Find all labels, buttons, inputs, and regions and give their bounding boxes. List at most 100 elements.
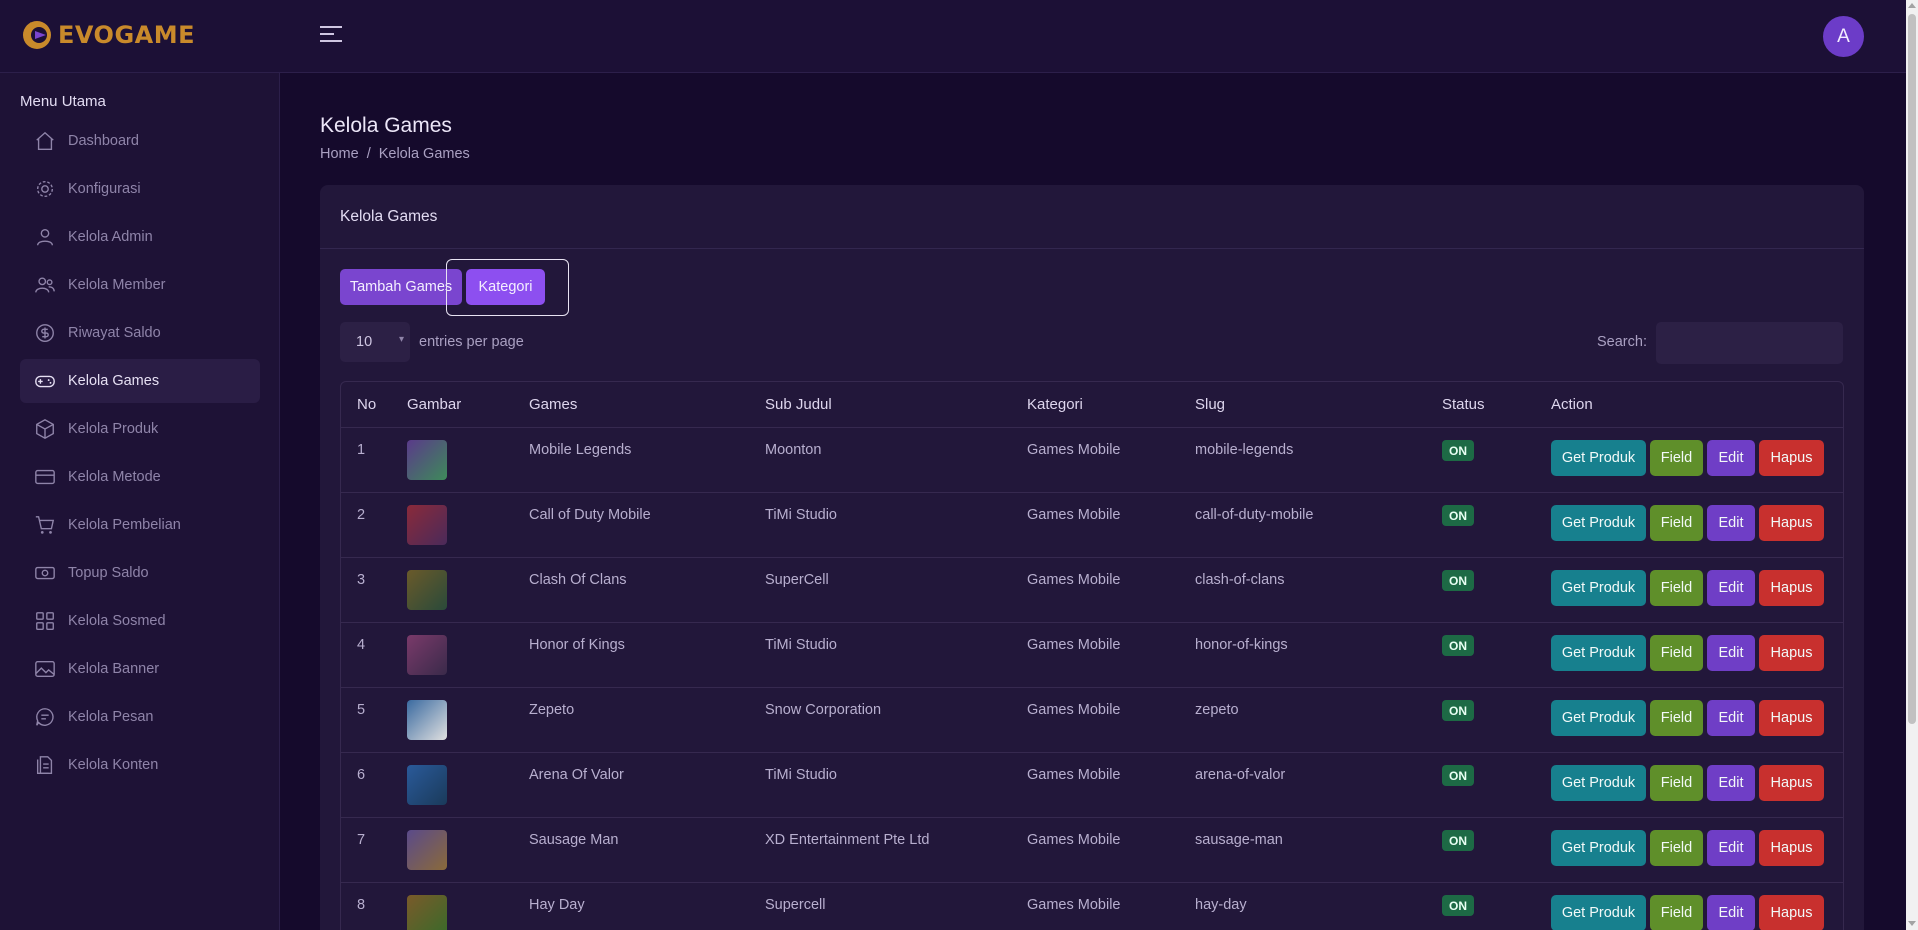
- sidebar-item-kelola-games[interactable]: Kelola Games: [20, 359, 260, 403]
- game-thumbnail: [407, 505, 447, 545]
- delete-button[interactable]: Hapus: [1759, 700, 1824, 736]
- search-input[interactable]: [1656, 322, 1843, 364]
- box-icon: [36, 419, 54, 439]
- edit-button[interactable]: Edit: [1707, 895, 1755, 930]
- game-thumbnail: [407, 570, 447, 610]
- edit-button[interactable]: Edit: [1707, 700, 1755, 736]
- hamburger-menu-icon[interactable]: [320, 26, 342, 46]
- game-thumbnail: [407, 895, 447, 930]
- sidebar-item-dashboard[interactable]: Dashboard: [20, 119, 260, 163]
- sidebar-item-label: Kelola Metode: [68, 469, 161, 485]
- breadcrumb-home[interactable]: Home: [320, 146, 359, 162]
- field-button[interactable]: Field: [1650, 635, 1703, 671]
- cell-slug: hay-day: [1195, 897, 1247, 913]
- sidebar: Menu Utama Dashboard Konfigurasi Kelola Ad…: [0, 73, 280, 930]
- sidebar-item-topup-saldo[interactable]: Topup Saldo: [20, 551, 260, 595]
- table-row: 2 Call of Duty Mobile TiMi Studio Games Mob…: [341, 493, 1843, 558]
- entries-value: 10: [356, 334, 373, 350]
- games-card: Kelola Games Tambah Games Kategori 10 ▾ …: [320, 185, 1864, 930]
- sidebar-item-kelola-admin[interactable]: Kelola Admin: [20, 215, 260, 259]
- scroll-thumb[interactable]: [1908, 14, 1916, 724]
- get-produk-button[interactable]: Get Produk: [1551, 765, 1646, 801]
- delete-button[interactable]: Hapus: [1759, 765, 1824, 801]
- get-produk-button[interactable]: Get Produk: [1551, 700, 1646, 736]
- header-games[interactable]: Games: [529, 396, 577, 413]
- cell-game: Zepeto: [529, 702, 575, 718]
- sidebar-item-label: Kelola Pembelian: [68, 517, 181, 533]
- cell-no: 7: [357, 832, 366, 848]
- field-button[interactable]: Field: [1650, 505, 1703, 541]
- sidebar-item-label: Konfigurasi: [68, 181, 141, 197]
- field-button[interactable]: Field: [1650, 830, 1703, 866]
- header-status[interactable]: Status: [1442, 396, 1485, 413]
- scroll-up-arrow-icon[interactable]: [1908, 3, 1916, 8]
- get-produk-button[interactable]: Get Produk: [1551, 570, 1646, 606]
- topbar: EVOGAME A: [0, 0, 1906, 73]
- delete-button[interactable]: Hapus: [1759, 570, 1824, 606]
- table-row: 6 Arena Of Valor TiMi Studio Games Mobile ar…: [341, 753, 1843, 818]
- delete-button[interactable]: Hapus: [1759, 895, 1824, 930]
- get-produk-button[interactable]: Get Produk: [1551, 830, 1646, 866]
- cell-no: 5: [357, 702, 366, 718]
- document-icon: [36, 756, 53, 774]
- header-slug[interactable]: Slug: [1195, 396, 1225, 413]
- delete-button[interactable]: Hapus: [1759, 505, 1824, 541]
- delete-button[interactable]: Hapus: [1759, 440, 1824, 476]
- sidebar-item-kelola-metode[interactable]: Kelola Metode: [20, 455, 260, 499]
- entries-label: entries per page: [419, 334, 524, 350]
- cell-slug: call-of-duty-mobile: [1195, 507, 1314, 523]
- sidebar-item-label: Kelola Produk: [68, 421, 159, 437]
- cell-game: Mobile Legends: [529, 442, 632, 458]
- edit-button[interactable]: Edit: [1707, 830, 1755, 866]
- get-produk-button[interactable]: Get Produk: [1551, 635, 1646, 671]
- delete-button[interactable]: Hapus: [1759, 635, 1824, 671]
- edit-button[interactable]: Edit: [1707, 440, 1755, 476]
- field-button[interactable]: Field: [1650, 765, 1703, 801]
- field-button[interactable]: Field: [1650, 700, 1703, 736]
- edit-button[interactable]: Edit: [1707, 635, 1755, 671]
- edit-button[interactable]: Edit: [1707, 765, 1755, 801]
- header-no[interactable]: No: [357, 396, 376, 413]
- sidebar-item-riwayat-saldo[interactable]: Riwayat Saldo: [20, 311, 260, 355]
- sidebar-item-label: Kelola Pesan: [68, 709, 154, 725]
- cell-game: Call of Duty Mobile: [529, 507, 651, 523]
- delete-button[interactable]: Hapus: [1759, 830, 1824, 866]
- scroll-down-arrow-icon[interactable]: [1908, 921, 1916, 926]
- cell-game: Arena Of Valor: [529, 767, 624, 783]
- header-kategori[interactable]: Kategori: [1027, 396, 1083, 413]
- header-gambar[interactable]: Gambar: [407, 396, 461, 413]
- header-sub-judul[interactable]: Sub Judul: [765, 396, 832, 413]
- get-produk-button[interactable]: Get Produk: [1551, 440, 1646, 476]
- sidebar-item-kelola-produk[interactable]: Kelola Produk: [20, 407, 260, 451]
- table-header: No Gambar Games Sub Judul Kategori Slug …: [341, 382, 1843, 428]
- field-button[interactable]: Field: [1650, 570, 1703, 606]
- game-thumbnail: [407, 440, 447, 480]
- status-badge: ON: [1442, 570, 1474, 591]
- add-game-button[interactable]: Tambah Games: [340, 269, 462, 305]
- brand-logo[interactable]: EVOGAME: [20, 18, 195, 52]
- category-button[interactable]: Kategori: [466, 269, 545, 305]
- avatar[interactable]: A: [1823, 16, 1864, 57]
- edit-button[interactable]: Edit: [1707, 570, 1755, 606]
- sidebar-item-konfigurasi[interactable]: Konfigurasi: [20, 167, 260, 211]
- sidebar-item-kelola-member[interactable]: Kelola Member: [20, 263, 260, 307]
- sidebar-item-kelola-konten[interactable]: Kelola Konten: [20, 743, 260, 787]
- field-button[interactable]: Field: [1650, 440, 1703, 476]
- edit-button[interactable]: Edit: [1707, 505, 1755, 541]
- table-row: 5 Zepeto Snow Corporation Games Mobile zepet…: [341, 688, 1843, 753]
- page-scrollbar[interactable]: [1906, 0, 1918, 930]
- get-produk-button[interactable]: Get Produk: [1551, 505, 1646, 541]
- field-button[interactable]: Field: [1650, 895, 1703, 930]
- entries-per-page-select[interactable]: 10 ▾: [340, 322, 410, 362]
- sidebar-item-kelola-banner[interactable]: Kelola Banner: [20, 647, 260, 691]
- cell-sub-judul: Moonton: [765, 442, 822, 458]
- sidebar-item-kelola-pesan[interactable]: Kelola Pesan: [20, 695, 260, 739]
- cell-game: Sausage Man: [529, 832, 619, 848]
- status-badge: ON: [1442, 505, 1474, 526]
- sidebar-item-kelola-sosmed[interactable]: Kelola Sosmed: [20, 599, 260, 643]
- sidebar-item-kelola-pembelian[interactable]: Kelola Pembelian: [20, 503, 260, 547]
- cell-sub-judul: XD Entertainment Pte Ltd: [765, 832, 930, 848]
- games-table: No Gambar Games Sub Judul Kategori Slug …: [340, 381, 1844, 930]
- cell-slug: arena-of-valor: [1195, 767, 1286, 783]
- get-produk-button[interactable]: Get Produk: [1551, 895, 1646, 930]
